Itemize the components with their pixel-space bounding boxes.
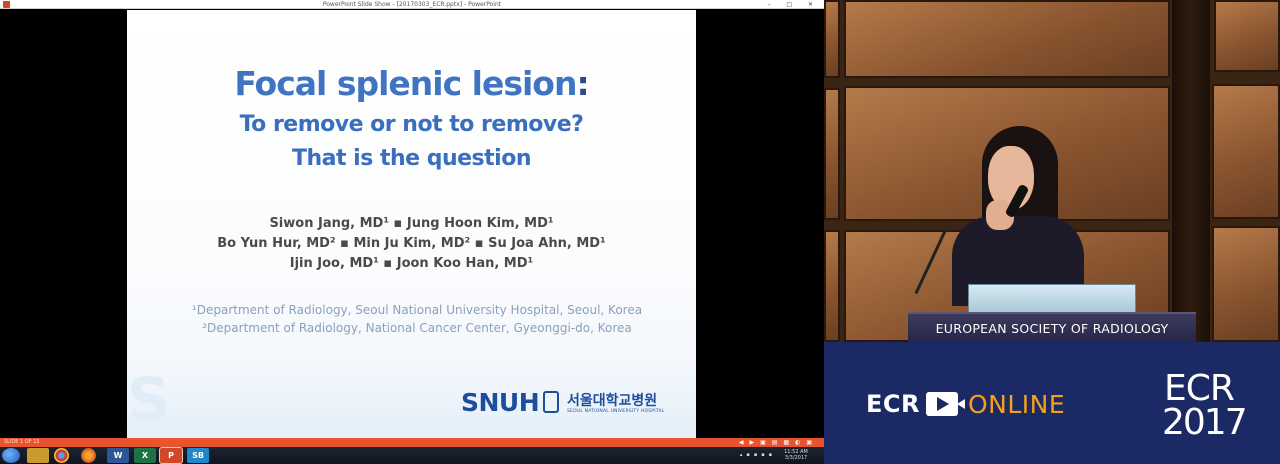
- event-year: 2017: [1162, 402, 1248, 443]
- word-icon[interactable]: W: [107, 448, 129, 463]
- online-logo-text: ONLINE: [968, 389, 1066, 419]
- wall-panel: [1212, 84, 1280, 219]
- windows-taskbar: W X P SB ▴▪▪▪▪ 11:52 AM 3/3/2017: [0, 447, 824, 464]
- affiliation-line1: ¹Department of Radiology, Seoul National…: [191, 303, 643, 317]
- authors-line3: Ijin Joo, MD¹ ▪ Joon Koo Han, MD¹: [289, 256, 534, 271]
- slideshow-control-bar: SLIDE 1 OF 15 ◀▶▣▤▦◐▣: [0, 438, 824, 447]
- wall-panel: [844, 0, 1170, 78]
- wall-panel: [824, 88, 840, 220]
- ecr-online-logo: ECR ONLINE: [866, 389, 1065, 419]
- slide-title-colon: :: [576, 64, 589, 103]
- snuh-logo-text: SNUH: [461, 388, 540, 417]
- window-title: PowerPoint Slide Show - [20170303_ECR.pp…: [322, 1, 502, 8]
- speaker-video: EUROPEAN SOCIETY OF RADIOLOGY: [824, 0, 1280, 342]
- affiliation-line2: ²Department of Radiology, National Cance…: [202, 321, 632, 335]
- ecr-2017-logo: ECR 2017: [1162, 368, 1248, 443]
- system-clock[interactable]: 11:52 AM 3/3/2017: [780, 449, 812, 461]
- lectern: EUROPEAN SOCIETY OF RADIOLOGY: [908, 312, 1196, 342]
- snuh-logo: SNUH 서울대학교병원 SEOUL NATIONAL UNIVERSITY H…: [461, 388, 671, 420]
- slide-counter: SLIDE 1 OF 15: [4, 439, 40, 445]
- start-button-icon[interactable]: [2, 448, 20, 463]
- authors-line1: Siwon Jang, MD¹ ▪ Jung Hoon Kim, MD¹: [269, 216, 554, 231]
- lectern-label: EUROPEAN SOCIETY OF RADIOLOGY: [935, 320, 1169, 336]
- video-camera-icon: [926, 392, 965, 416]
- clock-date: 3/3/2017: [784, 455, 808, 461]
- firefox-icon[interactable]: [81, 448, 96, 463]
- wall-panel: [824, 0, 840, 78]
- wall-panel: [824, 230, 840, 342]
- slideshow-controls[interactable]: ◀▶▣▤▦◐▣: [739, 438, 818, 447]
- event-name: ECR: [1164, 368, 1235, 409]
- powerpoint-icon[interactable]: P: [160, 448, 182, 463]
- snuh-logo-korean: 서울대학교병원: [567, 393, 658, 409]
- snuh-emblem-icon: [543, 391, 559, 413]
- window-titlebar: PowerPoint Slide Show - [20170303_ECR.pp…: [0, 0, 824, 9]
- slide[interactable]: S Focal splenic lesion: To remove or not…: [127, 10, 696, 438]
- file-explorer-icon[interactable]: [27, 448, 49, 463]
- powerpoint-window: PowerPoint Slide Show - [20170303_ECR.pp…: [0, 0, 824, 464]
- excel-icon[interactable]: X: [134, 448, 156, 463]
- ecr-online-banner: ECR ONLINE ECR 2017: [824, 342, 1280, 464]
- wall-panel: [1214, 0, 1280, 72]
- tray-icons[interactable]: ▴▪▪▪▪: [740, 452, 776, 458]
- slide-subtitle-line1: To remove or not to remove?: [239, 112, 584, 137]
- snuh-logo-english: SEOUL NATIONAL UNIVERSITY HOSPITAL: [567, 409, 665, 414]
- ecr-logo-text: ECR: [866, 390, 920, 418]
- speaker-figure: [914, 120, 1092, 306]
- lectern-monitor: [968, 284, 1136, 314]
- wall-panel: [1212, 226, 1280, 342]
- slide-title: Focal splenic lesion:: [127, 64, 696, 103]
- slide-title-text: Focal splenic lesion: [234, 64, 577, 103]
- wall-pillar: [1172, 0, 1210, 342]
- window-controls[interactable]: – □ ✕: [767, 0, 820, 9]
- slide-subtitle-line2: That is the question: [291, 146, 532, 171]
- sb-app-icon[interactable]: SB: [187, 448, 209, 463]
- authors-line2: Bo Yun Hur, MD² ▪ Min Ju Kim, MD² ▪ Su J…: [217, 236, 606, 251]
- chrome-icon[interactable]: [54, 448, 69, 463]
